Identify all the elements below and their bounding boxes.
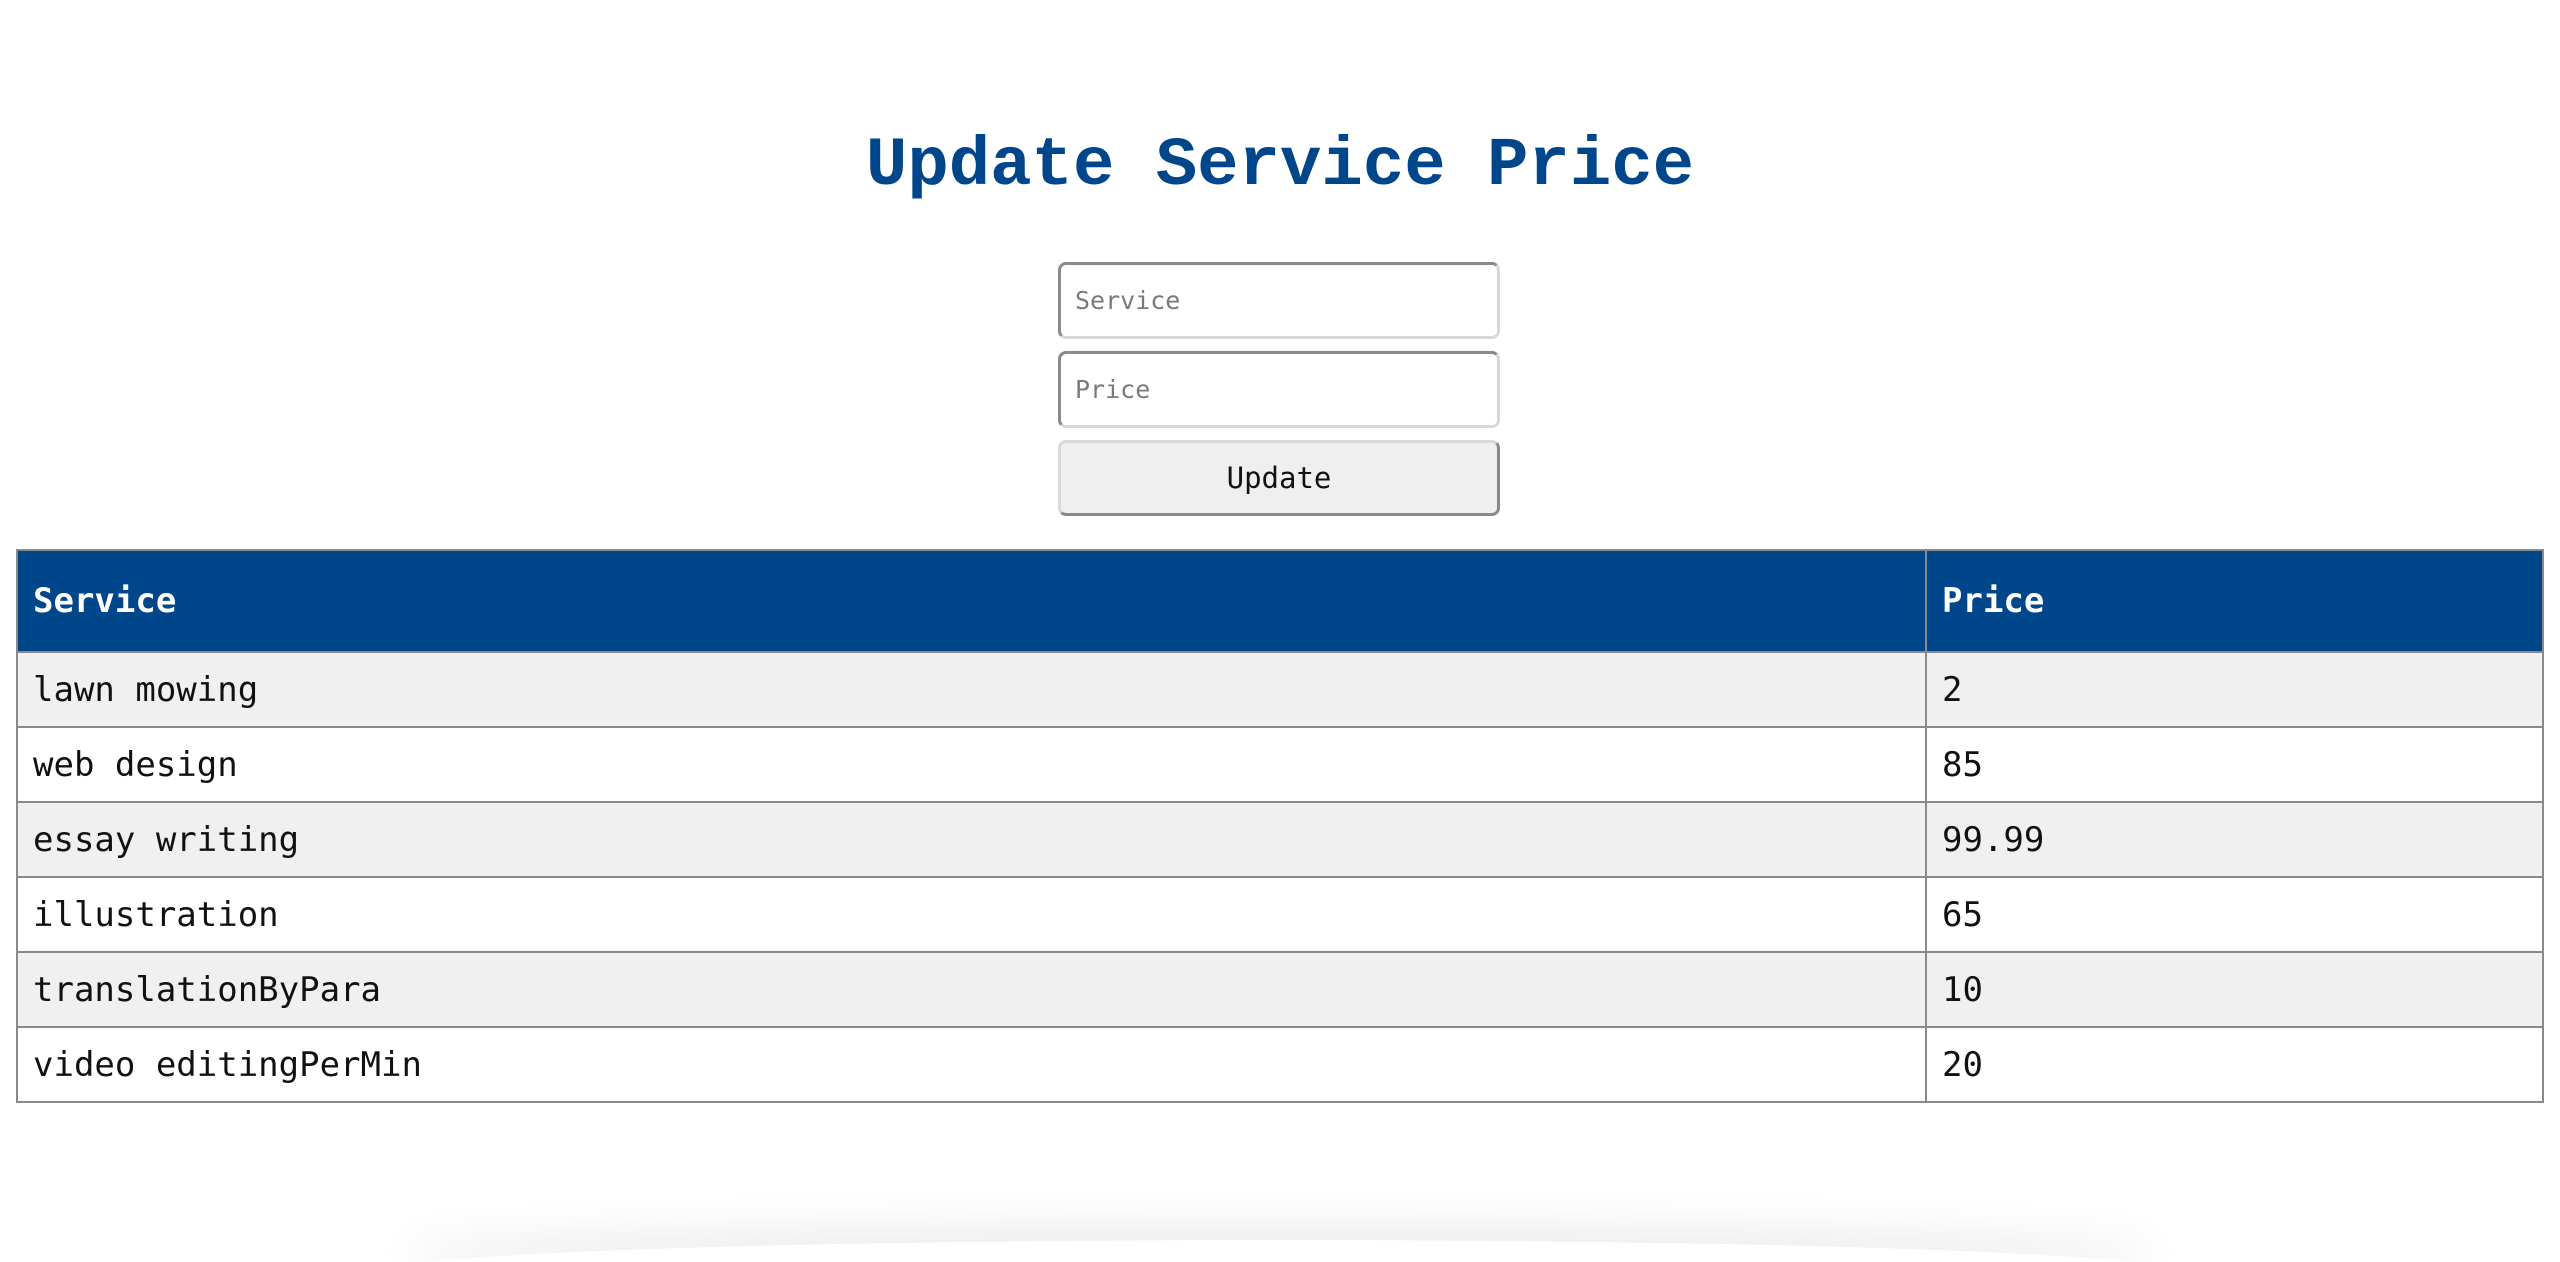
price-input[interactable]: [1058, 351, 1500, 428]
price-cell: 65: [1925, 876, 2544, 953]
update-price-form: Update: [1058, 262, 1500, 516]
update-button[interactable]: Update: [1058, 440, 1500, 516]
service-cell: translationByPara: [16, 951, 1927, 1028]
price-cell: 85: [1925, 726, 2544, 803]
table-header-row: Service Price: [16, 549, 2544, 653]
services-table: Service Price lawn mowing 2 web design 8…: [16, 549, 2544, 1103]
bottom-shadow: [400, 1240, 2160, 1262]
table-row: translationByPara 10: [16, 951, 2544, 1028]
service-cell: essay writing: [16, 801, 1927, 878]
column-header-price: Price: [1925, 549, 2544, 653]
table-row: lawn mowing 2: [16, 651, 2544, 728]
service-input[interactable]: [1058, 262, 1500, 339]
table-row: illustration 65: [16, 876, 2544, 953]
price-cell: 2: [1925, 651, 2544, 728]
table-row: essay writing 99.99: [16, 801, 2544, 878]
page-title: Update Service Price: [865, 127, 1695, 205]
service-cell: video editingPerMin: [16, 1026, 1927, 1103]
service-cell: illustration: [16, 876, 1927, 953]
table-row: web design 85: [16, 726, 2544, 803]
column-header-service: Service: [16, 549, 1927, 653]
price-cell: 99.99: [1925, 801, 2544, 878]
service-cell: web design: [16, 726, 1927, 803]
service-cell: lawn mowing: [16, 651, 1927, 728]
price-cell: 20: [1925, 1026, 2544, 1103]
table-row: video editingPerMin 20: [16, 1026, 2544, 1103]
price-cell: 10: [1925, 951, 2544, 1028]
